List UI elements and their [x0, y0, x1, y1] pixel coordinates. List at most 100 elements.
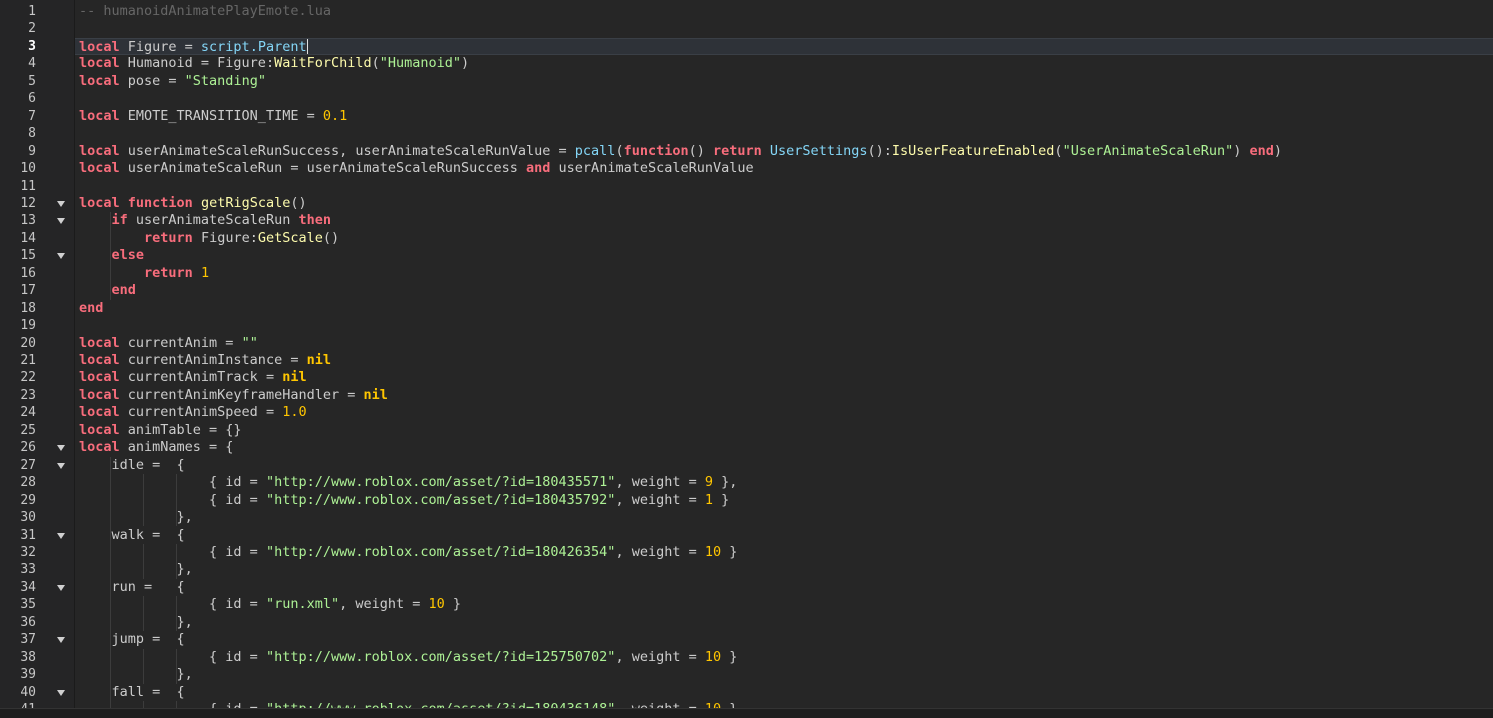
code-line[interactable]: { id = "http://www.roblox.com/asset/?id=…	[75, 492, 1493, 509]
code-token: }	[721, 543, 738, 560]
code-line-text: { id = "http://www.roblox.com/asset/?id=…	[79, 474, 737, 491]
code-line[interactable]	[75, 90, 1493, 107]
code-token: -- humanoidAnimatePlayEmote.lua	[79, 3, 331, 19]
code-line[interactable]: idle = {	[75, 457, 1493, 474]
code-line[interactable]	[75, 317, 1493, 334]
line-number: 20	[20, 335, 36, 351]
code-token: WaitForChild	[274, 55, 372, 72]
code-line[interactable]: return 1	[75, 265, 1493, 282]
fold-arrow-icon[interactable]	[57, 462, 65, 469]
horizontal-scrollbar[interactable]	[0, 708, 1493, 718]
fold-arrow-icon[interactable]	[57, 532, 65, 539]
code-line[interactable]: return Figure:GetScale()	[75, 230, 1493, 247]
code-line-text: -- humanoidAnimatePlayEmote.lua	[79, 3, 331, 20]
code-line[interactable]: run = {	[75, 579, 1493, 596]
line-number: 15	[20, 248, 36, 264]
code-token: ()	[290, 194, 307, 211]
code-line[interactable]: },	[75, 561, 1493, 578]
code-token: local	[79, 142, 120, 159]
code-line-text: local currentAnimKeyframeHandler = nil	[79, 387, 388, 404]
code-line[interactable]: fall = {	[75, 684, 1493, 701]
code-line[interactable]: -- humanoidAnimatePlayEmote.lua	[75, 3, 1493, 20]
code-line[interactable]: local EMOTE_TRANSITION_TIME = 0.1	[75, 108, 1493, 125]
gutter-row: 7	[0, 108, 74, 125]
code-line[interactable]	[75, 125, 1493, 142]
code-line[interactable]: local currentAnimSpeed = 1.0	[75, 404, 1493, 421]
gutter-row: 1	[0, 3, 74, 20]
code-token: },	[79, 666, 193, 683]
code-line-text: run = {	[79, 579, 185, 596]
code-line[interactable]: local userAnimateScaleRun = userAnimateS…	[75, 160, 1493, 177]
code-token: { id =	[79, 596, 266, 613]
code-token: end	[111, 282, 136, 299]
gutter-row: 4	[0, 55, 74, 72]
code-token: "Standing"	[184, 72, 266, 89]
code-token: pose =	[119, 72, 185, 89]
fold-arrow-icon[interactable]	[57, 218, 65, 225]
code-line-text: local Figure = script.Parent	[79, 39, 308, 56]
code-line[interactable]: local currentAnimKeyframeHandler = nil	[75, 387, 1493, 404]
code-line-text: if userAnimateScaleRun then	[79, 212, 331, 229]
code-line[interactable]: local animTable = {}	[75, 422, 1493, 439]
code-line[interactable]: local userAnimateScaleRunSuccess, userAn…	[75, 143, 1493, 160]
code-line-text: },	[79, 561, 193, 578]
code-line[interactable]: { id = "run.xml", weight = 10 }	[75, 596, 1493, 613]
code-token: { id =	[79, 543, 266, 560]
code-token: "http://www.roblox.com/asset/?id=1804355…	[265, 474, 616, 491]
gutter-row: 3	[0, 38, 74, 55]
code-line[interactable]: { id = "http://www.roblox.com/asset/?id=…	[75, 474, 1493, 491]
code-line[interactable]: else	[75, 247, 1493, 264]
code-line[interactable]: { id = "http://www.roblox.com/asset/?id=…	[75, 544, 1493, 561]
gutter-row: 17	[0, 282, 74, 299]
code-line[interactable]: walk = {	[75, 527, 1493, 544]
line-number: 3	[28, 38, 36, 54]
fold-arrow-icon[interactable]	[57, 200, 65, 207]
code-line[interactable]: local Humanoid = Figure:WaitForChild("Hu…	[75, 55, 1493, 72]
code-line[interactable]: local animNames = {	[75, 439, 1493, 456]
code-line[interactable]: },	[75, 666, 1493, 683]
code-token: 9	[704, 474, 713, 491]
fold-arrow-icon[interactable]	[57, 253, 65, 260]
code-line[interactable]: end	[75, 300, 1493, 317]
gutter-row: 40	[0, 684, 74, 701]
code-editor[interactable]: 1 2 3 4 5 6 7 8 9 10 11 12 13 14 15 16 17 18 19 20 21 22 23 24 2…	[0, 0, 1493, 718]
code-line[interactable]: end	[75, 282, 1493, 299]
code-line[interactable]: local currentAnim = ""	[75, 335, 1493, 352]
code-token: userAnimateScaleRun = userAnimateScaleRu…	[119, 160, 527, 177]
code-line[interactable]: { id = "http://www.roblox.com/asset/?id=…	[75, 649, 1493, 666]
code-line-text: local Humanoid = Figure:WaitForChild("Hu…	[79, 55, 469, 72]
gutter-row: 35	[0, 596, 74, 613]
fold-arrow-icon[interactable]	[57, 689, 65, 696]
fold-arrow-icon[interactable]	[57, 445, 65, 452]
code-line[interactable]: if userAnimateScaleRun then	[75, 212, 1493, 229]
line-number: 23	[20, 387, 36, 403]
line-number: 27	[20, 457, 36, 473]
code-line[interactable]	[75, 178, 1493, 195]
code-token: ():	[867, 142, 892, 159]
code-line[interactable]: local Figure = script.Parent	[75, 37, 1493, 56]
code-line[interactable]: local currentAnimInstance = nil	[75, 352, 1493, 369]
code-token: },	[79, 613, 193, 630]
fold-arrow-icon[interactable]	[57, 584, 65, 591]
code-token: ""	[241, 334, 258, 351]
fold-arrow-icon[interactable]	[57, 637, 65, 644]
code-token: }	[721, 648, 738, 665]
code-line[interactable]: local pose = "Standing"	[75, 73, 1493, 90]
gutter-row: 21	[0, 352, 74, 369]
code-token: )	[1233, 142, 1250, 159]
code-line[interactable]: jump = {	[75, 631, 1493, 648]
line-number: 2	[28, 21, 36, 37]
code-line[interactable]: local currentAnimTrack = nil	[75, 369, 1493, 386]
code-line-text: local animNames = {	[79, 439, 233, 456]
code-line[interactable]: local function getRigScale()	[75, 195, 1493, 212]
code-line-text: local currentAnim = ""	[79, 335, 258, 352]
code-token: and	[526, 160, 551, 177]
code-line[interactable]: },	[75, 509, 1493, 526]
code-line-text: local function getRigScale()	[79, 195, 307, 212]
code-line[interactable]: },	[75, 614, 1493, 631]
text-cursor	[306, 39, 308, 55]
code-line[interactable]	[75, 20, 1493, 37]
code-area[interactable]: -- humanoidAnimatePlayEmote.lua local Fig…	[75, 0, 1493, 718]
